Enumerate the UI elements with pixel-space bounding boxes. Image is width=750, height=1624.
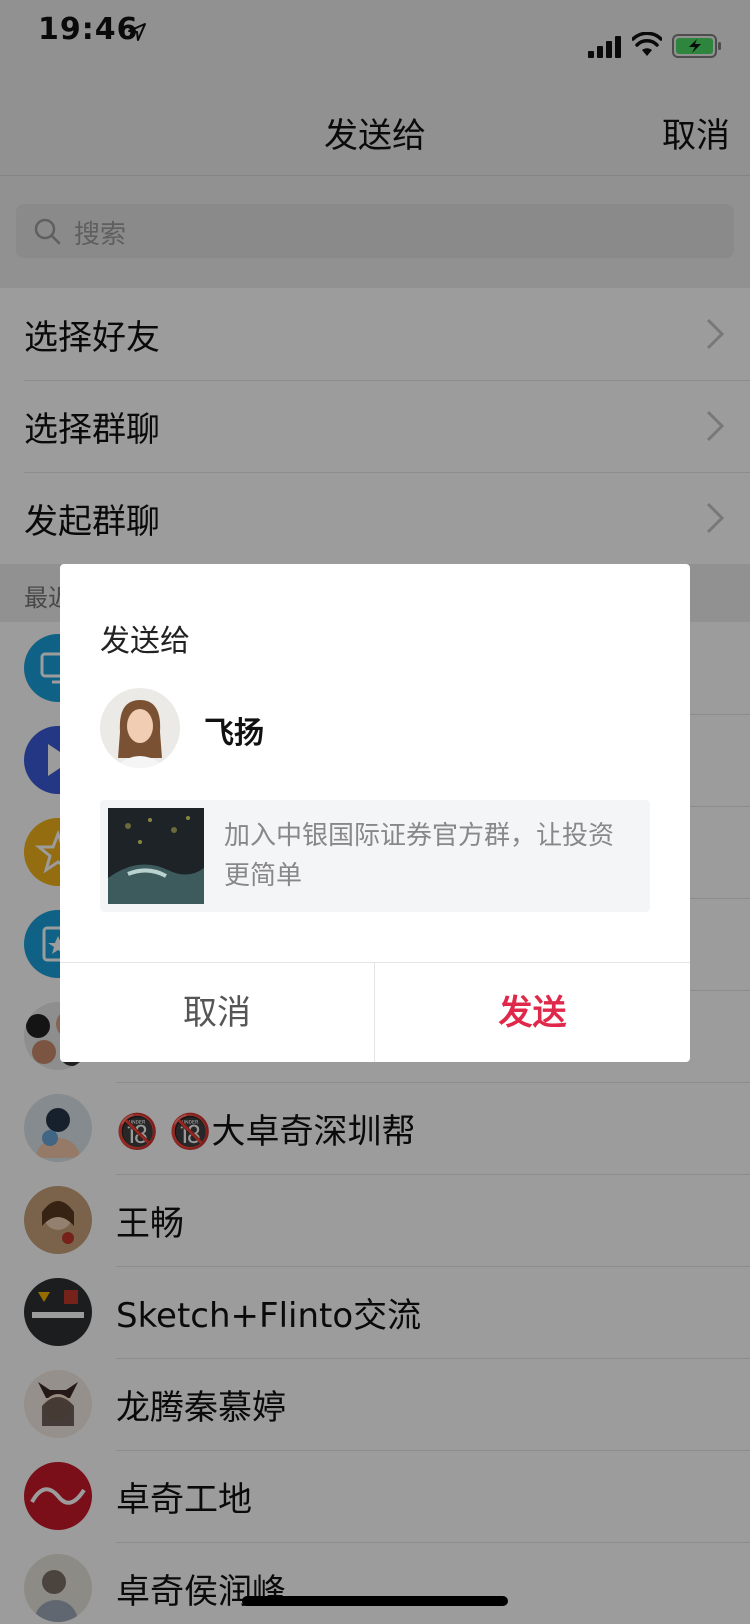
home-indicator[interactable] bbox=[242, 1596, 508, 1606]
cancel-button[interactable]: 取消 bbox=[60, 963, 375, 1062]
recipient-photo bbox=[100, 688, 180, 768]
dialog-title: 发送给 bbox=[100, 624, 190, 659]
send-confirm-dialog: 发送给 飞扬 加入中银国际证券官方群，让投资更简单 取消 发送 bbox=[60, 564, 690, 1062]
recipient-avatar bbox=[100, 688, 180, 768]
send-button[interactable]: 发送 bbox=[375, 963, 690, 1062]
message-preview-card: 加入中银国际证券官方群，让投资更简单 bbox=[100, 800, 650, 912]
message-text: 加入中银国际证券官方群，让投资更简单 bbox=[224, 821, 615, 891]
recipient-name: 飞扬 bbox=[204, 716, 264, 751]
thumbnail-image bbox=[108, 808, 204, 904]
message-thumbnail bbox=[108, 808, 204, 904]
dialog-actions: 取消 发送 bbox=[60, 962, 690, 1062]
